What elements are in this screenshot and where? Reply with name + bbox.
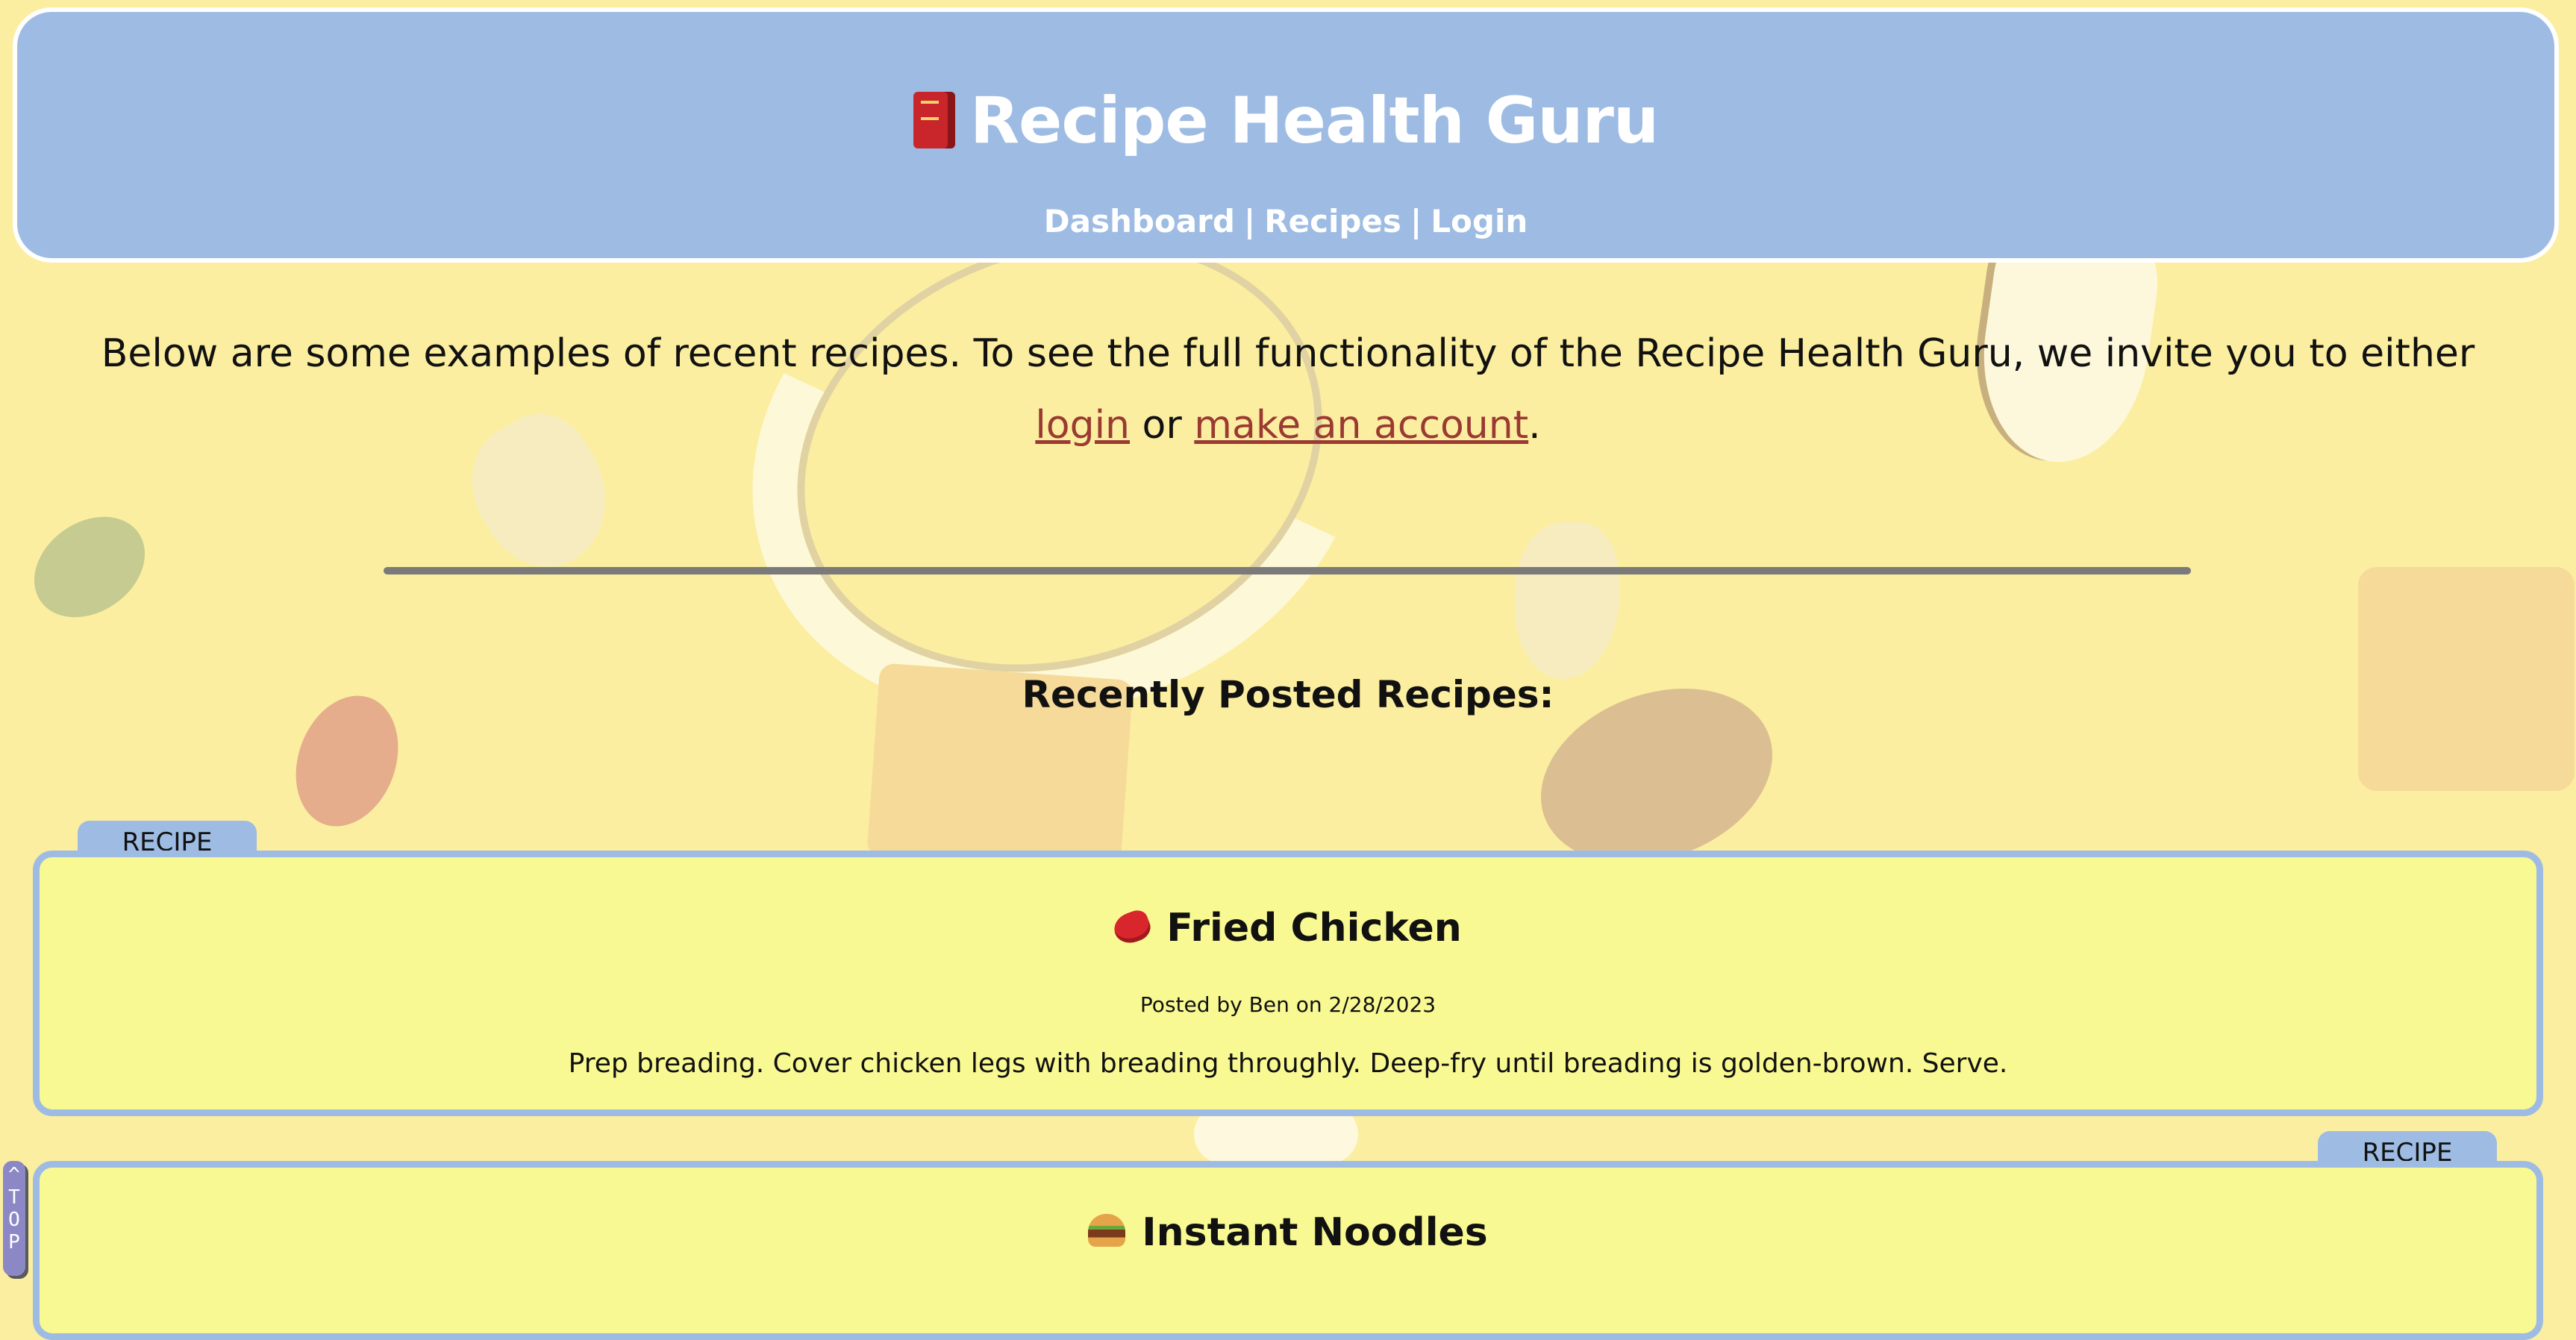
site-title: Recipe Health Guru — [17, 84, 2554, 158]
intro-text: Below are some examples of recent recipe… — [52, 318, 2524, 461]
nav-separator: | — [1410, 203, 1422, 239]
recipe-meta: Posted by Ben on 2/28/2023 — [1139, 992, 1437, 1017]
intro-text-middle: or — [1130, 403, 1195, 448]
book-icon — [913, 92, 955, 148]
top-letter: T — [8, 1186, 20, 1209]
recipe-title[interactable]: Fried Chicken — [40, 902, 2536, 954]
login-link[interactable]: login — [1035, 403, 1130, 448]
recipe-title-text: Fried Chicken — [1166, 906, 1462, 951]
make-account-link[interactable]: make an account — [1194, 403, 1528, 448]
recipe-title-text: Instant Noodles — [1142, 1210, 1488, 1255]
recipe-card[interactable]: Fried Chicken Posted by Ben on 2/28/2023… — [33, 851, 2543, 1116]
nav-link-login[interactable]: Login — [1431, 203, 1528, 239]
section-divider — [384, 567, 2191, 574]
recipe-title[interactable]: Instant Noodles — [40, 1206, 2536, 1259]
site-title-text: Recipe Health Guru — [969, 84, 1659, 158]
nav-link-dashboard[interactable]: Dashboard — [1044, 203, 1235, 239]
back-to-top-button[interactable]: ^ T O P — [3, 1161, 25, 1276]
intro-text-before: Below are some examples of recent recipe… — [101, 331, 2475, 376]
site-header: Recipe Health Guru Dashboard | Recipes | Log… — [13, 7, 2559, 263]
chevron-up-icon: ^ — [8, 1164, 20, 1186]
top-letter: P — [8, 1231, 20, 1253]
recent-recipes-heading: Recently Posted Recipes: — [1022, 673, 1554, 716]
burger-icon — [1088, 1214, 1126, 1247]
recipe-card[interactable]: Instant Noodles — [33, 1161, 2543, 1340]
nav-link-recipes[interactable]: Recipes — [1264, 203, 1401, 239]
recipe-instructions: Prep breading. Cover chicken legs with b… — [568, 1048, 2008, 1079]
steak-icon — [1110, 907, 1154, 948]
top-letter: O — [8, 1209, 20, 1231]
main-nav: Dashboard | Recipes | Login — [17, 201, 2554, 242]
nav-separator: | — [1243, 203, 1256, 239]
intro-text-after: . — [1528, 403, 1541, 448]
